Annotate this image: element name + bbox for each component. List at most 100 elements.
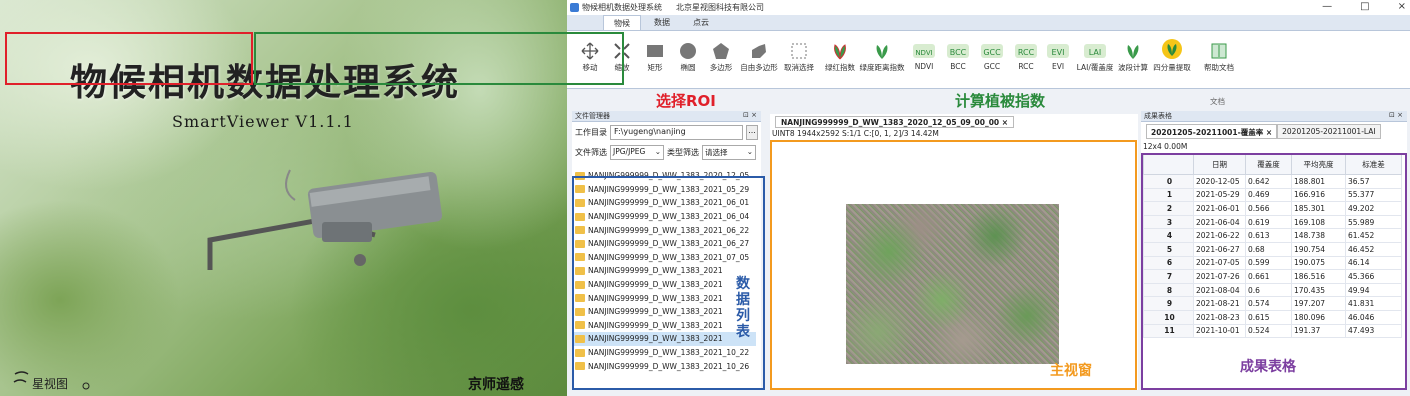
evi-tool[interactable]: EVI EVI [1043,42,1073,71]
ndvi-tool[interactable]: NDVI NDVI [909,42,939,71]
tab-lai[interactable]: 20201205-20211001-LAI [1277,124,1381,139]
svg-text:RCC: RCC [1018,48,1035,57]
bcc-icon: BCC [947,44,969,58]
bcc-tool[interactable]: BCC BCC [943,42,973,71]
type-filter-label: 类型筛选 [667,147,699,157]
tab-coverage-label: 20201205-20211001-覆盖率 [1151,128,1264,137]
maximize-button[interactable]: □ [1360,1,1369,12]
pin-icon[interactable]: ⊡ × [1389,111,1403,119]
cancel-selection-tool[interactable]: 取消选择 [782,42,816,73]
ellipse-tool[interactable]: 椭圆 [673,42,703,73]
ndvi-label: NDVI [914,62,934,71]
four-component-icon [1162,39,1182,59]
type-filter-select[interactable]: 请选择 ⌄ [702,144,756,160]
results-dimension: 12x4 0.00M [1143,142,1188,151]
svg-text:EVI: EVI [1052,48,1065,57]
four-component-label: 四分量提取 [1153,63,1191,72]
lai-coverage-tool[interactable]: LAI LAI/覆盖度 [1075,42,1115,73]
free-polygon-tool[interactable]: 自由多边形 [739,42,779,73]
workdir-row: 工作目录 F:\yugeng\nanjing ... [572,122,761,142]
gcc-label: GCC [983,62,1001,71]
gcc-tool[interactable]: GCC GCC [977,42,1007,71]
lai-icon: LAI [1084,44,1106,58]
veg-index-tool-group [254,32,624,85]
ellipse-icon [680,43,696,59]
help-doc-tool[interactable]: 帮助文档 [1202,42,1236,73]
pin-icon[interactable]: ⊡ × [743,111,757,119]
results-highlight [1141,153,1407,390]
greenness-distance-tool[interactable]: 绿度距离指数 [859,42,905,73]
results-annotation: 成果表格 [1240,359,1296,375]
results-header: 成果表格 ⊡ × [1141,111,1407,122]
doc-group-label: 文档 [1210,97,1225,106]
leaf-icon [876,45,888,59]
main-annotation: 主视窗 [1050,363,1092,379]
rcc-icon: RCC [1015,44,1037,58]
workdir-input[interactable]: F:\yugeng\nanjing [610,124,743,140]
roi-annotation: 选择ROI [656,92,716,110]
file-filter-select[interactable]: JPG/JPEG ⌄ [610,144,664,160]
title-bar: 物候相机数据处理系统 北京星视图科技有限公司 — □ × [567,0,1410,15]
tab-phenology[interactable]: 物候 [603,15,641,30]
minimize-button[interactable]: — [1322,1,1332,12]
close-button[interactable]: × [1398,1,1406,12]
company-name: 北京星视图科技有限公司 [676,3,764,12]
svg-text:NDVI: NDVI [915,49,932,57]
grass-image[interactable] [846,204,1059,364]
bcc-label: BCC [950,62,966,71]
rectangle-tool[interactable]: 矩形 [640,42,670,73]
close-icon[interactable]: × [1002,118,1008,127]
lai-coverage-label: LAI/覆盖度 [1076,63,1114,72]
files-annotation: 数据列表 [736,276,750,340]
chevron-down-icon: ⌄ [654,146,661,156]
tab-coverage[interactable]: 20201205-20211001-覆盖率 × [1146,124,1278,139]
book-icon [1211,43,1227,59]
svg-text:BCC: BCC [950,48,967,57]
veg-annotation: 计算植被指数 [955,92,1046,110]
help-doc-label: 帮助文档 [1204,63,1234,72]
main-view-tab[interactable]: NANJING999999_D_WW_1383_2020_12_05_09_00… [775,116,1015,128]
company-logo: 星视图 [13,371,90,391]
file-manager-header: 文件管理器 ⊡ × [572,111,761,122]
image-info: UINT8 1944x2592 S:1/1 C:[0, 1, 2]/3 14.4… [772,129,939,138]
app-icon [570,3,579,12]
ribbon-tabs: 物候 数据 点云 [567,15,1410,31]
svg-text:LAI: LAI [1089,48,1101,57]
results-title: 成果表格 [1144,112,1172,120]
evi-label: EVI [1051,62,1065,71]
camera-illustration [207,169,443,270]
filter-label: 文件筛选 [575,147,607,157]
band-calc-icon [1127,45,1139,59]
splash-version: SmartViewer V1.1.1 [172,112,354,131]
ellipse-tool-label: 椭圆 [680,63,696,72]
file-filter-value: JPG/JPEG [613,146,646,156]
filter-row: 文件筛选 JPG/JPEG ⌄ 类型筛选 请选择 ⌄ [572,142,761,162]
band-calc-tool[interactable]: 波段计算 [1116,42,1150,73]
rectangle-icon [647,45,663,57]
evi-icon: EVI [1047,44,1069,58]
tab-pointcloud[interactable]: 点云 [683,15,719,30]
four-component-tool[interactable]: 四分量提取 [1151,38,1193,73]
gcc-icon: GCC [981,44,1003,58]
rectangle-tool-label: 矩形 [647,63,663,72]
app-title: 物候相机数据处理系统 [582,3,662,12]
chevron-down-icon: ⌄ [746,146,753,156]
workdir-label: 工作目录 [575,127,607,137]
ndvi-icon: NDVI [913,44,935,58]
browse-button[interactable]: ... [746,124,758,140]
free-polygon-tool-label: 自由多边形 [740,63,778,72]
leaf-red-icon [834,44,846,60]
green-red-index-label: 绿红指数 [825,63,855,72]
polygon-tool[interactable]: 多边形 [706,42,736,73]
band-calc-label: 波段计算 [1118,63,1148,72]
main-view-tab-label: NANJING999999_D_WW_1383_2020_12_05_09_00… [781,118,1000,127]
file-manager-title: 文件管理器 [575,112,610,120]
rcc-tool[interactable]: RCC RCC [1011,42,1041,71]
green-red-index-tool[interactable]: 绿红指数 [823,42,857,73]
svg-text:星视图: 星视图 [32,376,68,391]
roi-tool-group [5,32,253,85]
tab-data[interactable]: 数据 [644,15,680,30]
rcc-label: RCC [1018,62,1034,71]
free-polygon-icon [752,44,766,58]
polygon-tool-label: 多边形 [709,63,733,72]
